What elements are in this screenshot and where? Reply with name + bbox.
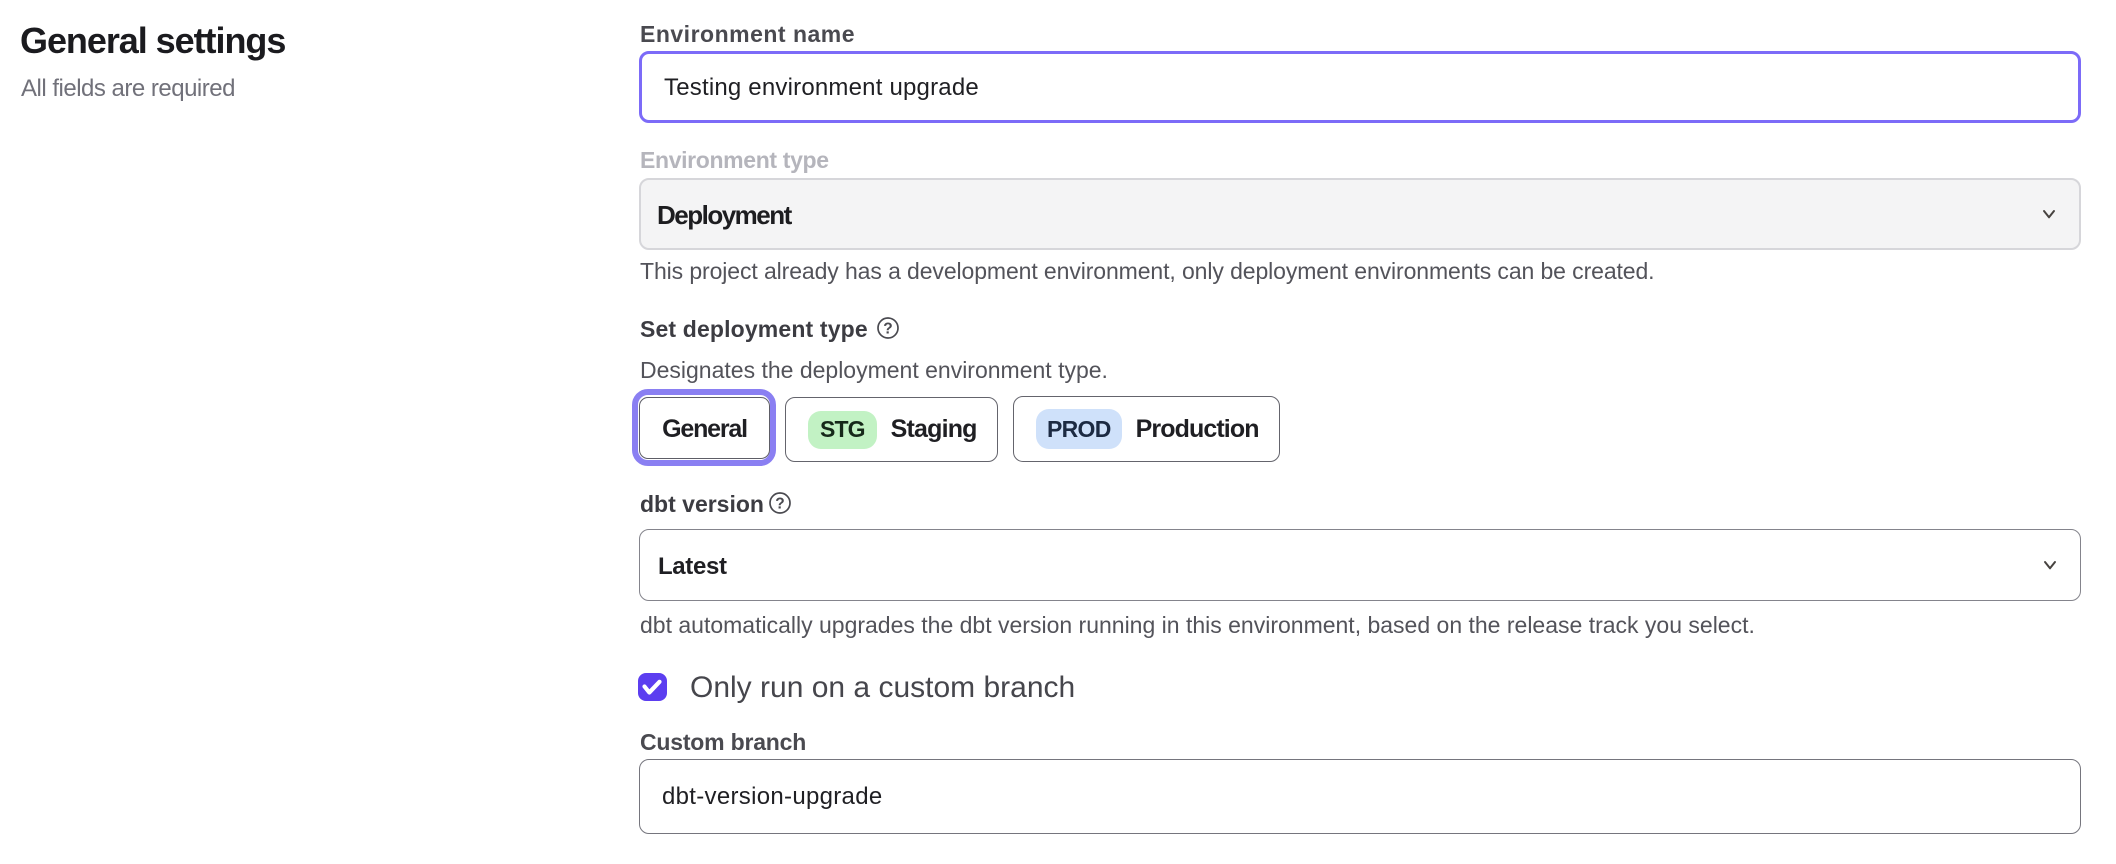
svg-text:?: ? xyxy=(775,495,784,512)
svg-text:?: ? xyxy=(883,320,892,337)
